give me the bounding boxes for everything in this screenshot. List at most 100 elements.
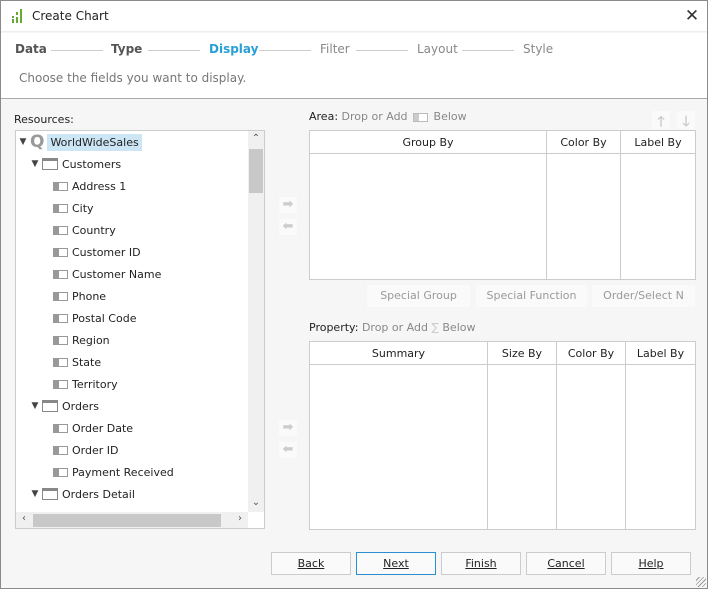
field-label: Region [72, 333, 110, 347]
property-hint-after: Below [442, 321, 476, 334]
tree-field[interactable]: Phone [53, 286, 106, 306]
create-chart-dialog: Create Chart ✕ Data Type Display Filter … [0, 0, 708, 589]
tree-field[interactable]: City [53, 198, 94, 218]
tree-field[interactable]: Postal Code [53, 308, 136, 328]
sigma-icon: ∑ [431, 321, 439, 334]
step-type[interactable]: Type [111, 42, 142, 56]
tree-node-table[interactable]: ▼ Orders [30, 396, 99, 416]
resources-tree[interactable]: ▼ Q WorldWideSales ▼ Customers Address 1… [15, 130, 265, 529]
summary-column[interactable] [310, 365, 488, 529]
column-header-color-by[interactable]: Color By [557, 342, 626, 365]
chevron-down-icon[interactable]: ▼ [30, 489, 40, 499]
cancel-label: Cancel [547, 557, 585, 570]
tree-field[interactable]: Customer Name [53, 264, 161, 284]
scroll-thumb[interactable] [249, 149, 263, 193]
scroll-left-icon[interactable]: ‹ [16, 513, 32, 524]
field-label: Country [72, 223, 116, 237]
step-display[interactable]: Display [209, 42, 258, 56]
step-data[interactable]: Data [15, 42, 47, 56]
vertical-scrollbar[interactable]: ⌃ ⌄ [248, 131, 264, 512]
finish-label: Finish [465, 557, 497, 570]
tree-node-table[interactable]: ▼ Customers [30, 154, 122, 174]
field-icon [53, 379, 68, 389]
tree-node-table[interactable]: ▼ Orders Detail [30, 484, 135, 504]
step-style[interactable]: Style [523, 42, 553, 56]
property-grid[interactable]: Summary Size By Color By Label By [309, 341, 696, 530]
tree-field[interactable]: Country [53, 220, 116, 240]
step-filter[interactable]: Filter [320, 42, 350, 56]
chevron-down-icon[interactable]: ▼ [30, 159, 40, 169]
color-by-column[interactable] [557, 365, 626, 529]
step-divider [259, 50, 311, 51]
horizontal-scrollbar[interactable]: ‹ › [16, 512, 248, 528]
field-label: Payment Received [72, 465, 174, 479]
tree-field[interactable]: Address 1 [53, 176, 126, 196]
add-to-property-arrow-icon[interactable]: ➡ [279, 420, 297, 436]
tree-label: Customers [62, 157, 122, 171]
step-divider [356, 50, 408, 51]
area-hint-after: Below [433, 110, 467, 123]
tree-field[interactable]: Payment Received [53, 462, 174, 482]
area-title: Area: [309, 110, 339, 123]
group-by-column[interactable] [310, 154, 547, 279]
table-icon [42, 158, 58, 170]
tree-field[interactable]: Customer ID [53, 242, 141, 262]
help-button[interactable]: Help [611, 552, 691, 575]
remove-from-area-arrow-icon[interactable]: ⬅ [279, 219, 297, 235]
field-label: City [72, 201, 94, 215]
area-grid[interactable]: Group By Color By Label By [309, 130, 696, 280]
tree-field[interactable]: State [53, 352, 101, 372]
add-to-area-arrow-icon[interactable]: ➡ [279, 197, 297, 213]
next-button[interactable]: Next [356, 552, 436, 575]
field-label: Postal Code [72, 311, 137, 325]
title-bar: Create Chart ✕ [1, 1, 707, 32]
dialog-title: Create Chart [32, 9, 109, 23]
column-header-label-by[interactable]: Label By [626, 342, 695, 365]
color-by-column[interactable] [547, 154, 621, 279]
order-select-n-button[interactable]: Order/Select N [592, 285, 695, 307]
field-icon [53, 247, 68, 257]
tree-node-root[interactable]: ▼ Q WorldWideSales [18, 132, 142, 152]
move-down-arrow-icon[interactable]: 🡓 [677, 111, 695, 130]
field-label: Territory [72, 377, 118, 391]
move-up-arrow-icon[interactable]: 🡑 [652, 111, 670, 130]
special-function-button[interactable]: Special Function [476, 285, 587, 307]
tree-field[interactable]: Order ID [53, 440, 118, 460]
remove-from-property-arrow-icon[interactable]: ⬅ [279, 442, 297, 458]
chevron-down-icon[interactable]: ▼ [30, 401, 40, 411]
next-label: Next [383, 557, 409, 570]
scroll-right-icon[interactable]: › [232, 513, 248, 524]
table-icon [42, 400, 58, 412]
area-label: Area: Drop or Add Below [309, 110, 467, 123]
step-divider [51, 50, 103, 51]
chevron-down-icon[interactable]: ▼ [18, 137, 28, 147]
finish-button[interactable]: Finish [441, 552, 521, 575]
field-label: Phone [72, 289, 107, 303]
special-group-button[interactable]: Special Group [367, 285, 470, 307]
tree-label: WorldWideSales [47, 133, 142, 151]
cancel-button[interactable]: Cancel [526, 552, 606, 575]
column-header-group-by[interactable]: Group By [310, 131, 547, 154]
scroll-thumb[interactable] [33, 514, 221, 527]
column-header-size-by[interactable]: Size By [488, 342, 557, 365]
field-icon [53, 357, 68, 367]
field-icon [53, 335, 68, 345]
area-hint: Drop or Add [341, 110, 408, 123]
size-by-column[interactable] [488, 365, 557, 529]
tree-field[interactable]: Territory [53, 374, 118, 394]
tree-field[interactable]: Region [53, 330, 110, 350]
field-icon [53, 291, 68, 301]
tree-field[interactable]: Order Date [53, 418, 133, 438]
tree-label: Orders [62, 399, 99, 413]
back-button[interactable]: Back [271, 552, 351, 575]
close-icon[interactable]: ✕ [681, 5, 703, 27]
column-header-color-by[interactable]: Color By [547, 131, 621, 154]
step-layout[interactable]: Layout [417, 42, 458, 56]
scroll-down-icon[interactable]: ⌄ [248, 497, 264, 508]
column-header-label-by[interactable]: Label By [621, 131, 695, 154]
field-label: Customer ID [72, 245, 141, 259]
scroll-up-icon[interactable]: ⌃ [248, 133, 264, 144]
resize-grip-icon[interactable] [696, 577, 706, 587]
wizard-steps: Data Type Display Filter Layout Style Ch… [1, 33, 707, 99]
column-header-summary[interactable]: Summary [310, 342, 488, 365]
